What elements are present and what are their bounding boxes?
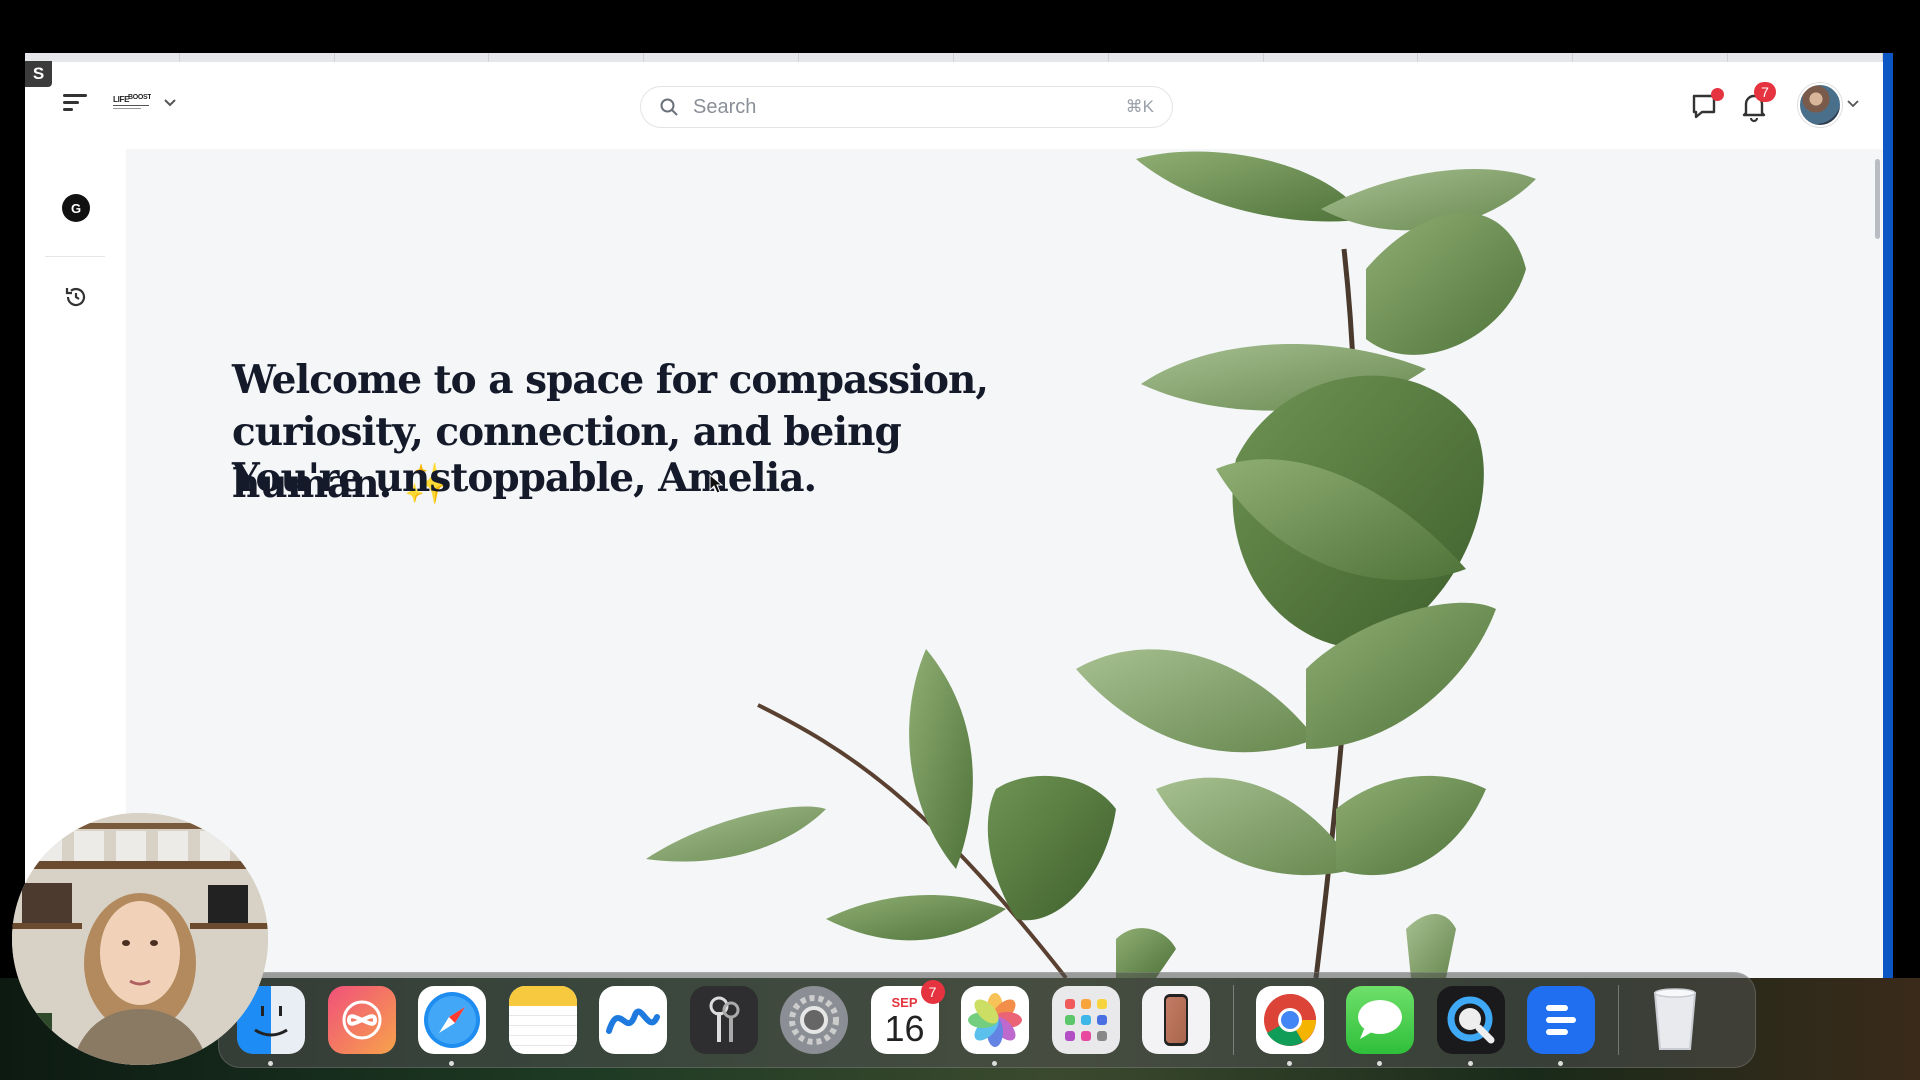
- dock-separator: [1617, 985, 1619, 1055]
- text-app-icon[interactable]: [1527, 986, 1595, 1066]
- workspace-icon[interactable]: G: [62, 194, 90, 222]
- window-edge: [1883, 53, 1893, 978]
- quicktime-q-icon: [1447, 996, 1494, 1044]
- user-avatar[interactable]: [1798, 83, 1842, 127]
- browser-tab[interactable]: [489, 53, 645, 62]
- keychain-access-icon[interactable]: [689, 986, 758, 1054]
- system-settings-icon[interactable]: [780, 986, 848, 1054]
- iphone-icon: [1164, 994, 1188, 1046]
- search-input[interactable]: [693, 95, 1126, 119]
- search-bar[interactable]: ⌘K: [640, 86, 1173, 128]
- calendar-day: 16: [884, 1007, 925, 1049]
- gear-icon: [789, 995, 839, 1045]
- browser-tab[interactable]: [1728, 53, 1883, 62]
- freeform-icon[interactable]: [599, 986, 667, 1054]
- chrome-icon[interactable]: [1255, 986, 1324, 1066]
- presenter-video-image: [12, 813, 268, 1065]
- mouse-cursor-icon: [709, 474, 723, 494]
- compass-icon: [424, 992, 480, 1048]
- chrome-logo-icon: [1263, 994, 1316, 1046]
- app-badge: S: [25, 61, 52, 87]
- notification-badge: 7: [1754, 82, 1776, 102]
- history-icon[interactable]: [63, 284, 89, 310]
- app-grid-icon: [1064, 999, 1107, 1041]
- search-icon: [660, 98, 678, 116]
- chevron-down-icon[interactable]: [1847, 99, 1859, 108]
- safari-icon[interactable]: [418, 986, 486, 1066]
- browser-tab-strip: [25, 53, 1883, 62]
- browser-window: LIFE BOOST ⌘K 7 S G: [25, 53, 1883, 978]
- menu-toggle-button[interactable]: [63, 94, 87, 116]
- speech-bubble-icon: [1358, 1000, 1402, 1039]
- calendar-icon[interactable]: SEP 16 7: [870, 980, 945, 1054]
- macos-dock: SEP 16 7: [218, 972, 1756, 1068]
- dock-separator: [1232, 985, 1234, 1055]
- freeform-scribble-icon: [606, 1008, 660, 1034]
- trash-icon[interactable]: [1641, 986, 1709, 1054]
- browser-tab[interactable]: [180, 53, 335, 62]
- webcam-overlay: [12, 813, 268, 1065]
- notes-icon[interactable]: [508, 986, 577, 1054]
- community-logo[interactable]: LIFE BOOST: [111, 92, 153, 116]
- search-shortcut-hint: ⌘K: [1125, 97, 1154, 116]
- browser-tab[interactable]: [1573, 53, 1729, 62]
- unread-dot: [1711, 88, 1724, 101]
- iphone-mirroring-icon[interactable]: [1142, 986, 1210, 1054]
- browser-tab[interactable]: [335, 53, 490, 62]
- launchpad-icon[interactable]: [1051, 986, 1120, 1054]
- svg-text:BOOST: BOOST: [128, 94, 151, 101]
- keys-icon: [709, 996, 739, 1042]
- welcome-banner: Welcome to a space for compassion, curio…: [126, 149, 1883, 978]
- chevron-down-icon[interactable]: [163, 98, 177, 108]
- trash-bin-icon: [1653, 988, 1696, 1050]
- quicktime-icon[interactable]: [1436, 986, 1505, 1066]
- browser-tab[interactable]: [1264, 53, 1419, 62]
- browser-tab[interactable]: [644, 53, 800, 62]
- calendar-badge: 7: [920, 980, 945, 1004]
- messages-icon[interactable]: [1346, 986, 1414, 1066]
- browser-tab[interactable]: [1418, 53, 1574, 62]
- page-scrollbar[interactable]: [1872, 149, 1883, 978]
- scroll-thumb[interactable]: [1875, 159, 1880, 239]
- photos-flower-icon: [968, 993, 1022, 1047]
- lifeboost-logo-icon: LIFE BOOST: [113, 94, 153, 109]
- screen: LIFE BOOST ⌘K 7 S G: [0, 0, 1920, 1080]
- sidebar-divider: [45, 256, 105, 257]
- eucalyptus-plant-image: [646, 151, 1536, 978]
- browser-tab[interactable]: [1109, 53, 1264, 62]
- browser-tab[interactable]: [799, 53, 954, 62]
- text-lines-icon: [1546, 1005, 1576, 1035]
- photos-icon[interactable]: [961, 986, 1029, 1066]
- browser-tab[interactable]: [954, 53, 1109, 62]
- affinity-symbol-icon: [342, 1000, 381, 1040]
- affirmation-heading: You're unstoppable, Amelia.: [232, 455, 817, 501]
- affinity-icon[interactable]: [327, 986, 396, 1054]
- app-header: LIFE BOOST ⌘K 7: [25, 62, 1883, 149]
